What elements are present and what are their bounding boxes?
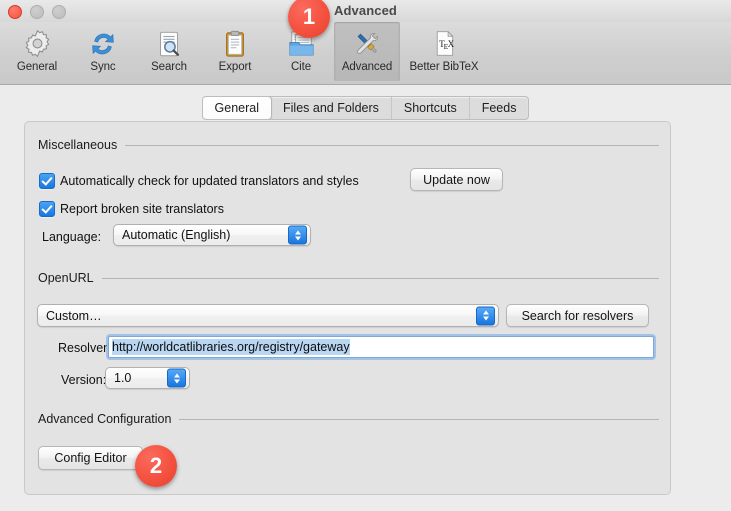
search-for-resolvers-label: Search for resolvers bbox=[521, 308, 634, 323]
toolbar-item-label: Search bbox=[151, 61, 187, 73]
gear-icon bbox=[22, 27, 53, 60]
tab-files-and-folders[interactable]: Files and Folders bbox=[271, 97, 392, 119]
report-broken-translators-checkbox[interactable] bbox=[39, 201, 55, 217]
section-divider bbox=[179, 418, 659, 420]
tab-label: Feeds bbox=[481, 101, 517, 115]
toolbar-item-advanced[interactable]: Advanced bbox=[334, 22, 400, 81]
auto-check-translators-checkbox[interactable] bbox=[39, 173, 55, 189]
openurl-heading-label: OpenURL bbox=[38, 271, 94, 285]
resolver-input-value: http://worldcatlibraries.org/registry/ga… bbox=[112, 339, 350, 355]
toolbar-item-label: Export bbox=[218, 61, 252, 73]
tab-label: General bbox=[214, 101, 260, 115]
miscellaneous-heading-label: Miscellaneous bbox=[38, 138, 118, 152]
resolver-input[interactable]: http://worldcatlibraries.org/registry/ga… bbox=[108, 336, 654, 358]
report-broken-translators-row[interactable]: Report broken site translators bbox=[39, 201, 224, 217]
preference-tabbar: General Files and Folders Shortcuts Feed… bbox=[0, 96, 731, 120]
update-now-label: Update now bbox=[423, 172, 490, 187]
toolbar-item-sync[interactable]: Sync bbox=[70, 22, 136, 81]
chevron-up-down-icon bbox=[167, 368, 186, 388]
wrench-screwdriver-icon bbox=[352, 27, 383, 60]
tab-feeds[interactable]: Feeds bbox=[470, 97, 529, 119]
version-select[interactable]: 1.0 bbox=[105, 367, 190, 389]
config-editor-button[interactable]: Config Editor bbox=[38, 446, 143, 470]
resolver-preset-select[interactable]: Custom… bbox=[37, 304, 499, 327]
resolver-label: Resolver: bbox=[58, 341, 111, 355]
auto-check-translators-label: Automatically check for updated translat… bbox=[60, 174, 359, 188]
toolbar-item-better-bibtex[interactable]: T E X Better BibTeX bbox=[400, 22, 488, 81]
window-titlebar: Advanced bbox=[0, 0, 731, 23]
chevron-up-down-icon bbox=[476, 306, 495, 325]
section-divider bbox=[101, 277, 659, 279]
report-broken-translators-label: Report broken site translators bbox=[60, 202, 224, 216]
toolbar-item-label: Sync bbox=[90, 61, 116, 73]
toolbar-item-export[interactable]: Export bbox=[202, 22, 268, 81]
auto-check-translators-row[interactable]: Automatically check for updated translat… bbox=[39, 173, 359, 189]
search-doc-icon bbox=[154, 27, 184, 60]
toolbar-item-search[interactable]: Search bbox=[136, 22, 202, 81]
language-label: Language: bbox=[42, 230, 102, 244]
version-select-value: 1.0 bbox=[114, 371, 132, 385]
search-for-resolvers-button[interactable]: Search for resolvers bbox=[506, 304, 649, 327]
config-editor-label: Config Editor bbox=[54, 451, 127, 465]
toolbar-item-label: General bbox=[16, 61, 58, 73]
toolbar-item-label: Cite bbox=[290, 61, 312, 73]
svg-text:X: X bbox=[447, 39, 454, 49]
clipboard-icon bbox=[220, 27, 250, 60]
tab-shortcuts[interactable]: Shortcuts bbox=[392, 97, 470, 119]
version-label: Version: bbox=[61, 373, 107, 387]
tab-label: Files and Folders bbox=[283, 101, 379, 115]
tab-label: Shortcuts bbox=[403, 101, 457, 115]
tab-general[interactable]: General bbox=[202, 97, 273, 119]
toolbar-item-label: Better BibTeX bbox=[409, 61, 479, 73]
language-select-value: Automatic (English) bbox=[122, 228, 231, 242]
window-title: Advanced bbox=[334, 3, 397, 18]
resolver-preset-value: Custom… bbox=[46, 308, 102, 323]
update-now-button[interactable]: Update now bbox=[410, 168, 503, 191]
tex-page-icon: T E X bbox=[430, 27, 459, 60]
toolbar-item-label: Advanced bbox=[341, 61, 393, 73]
chevron-up-down-icon bbox=[288, 225, 307, 245]
annotation-badge-2: 2 bbox=[135, 445, 177, 487]
toolbar-item-general[interactable]: General bbox=[4, 22, 70, 81]
advanced-configuration-heading-label: Advanced Configuration bbox=[38, 412, 172, 426]
language-select[interactable]: Automatic (English) bbox=[113, 224, 311, 246]
sync-icon bbox=[88, 27, 118, 60]
advanced-configuration-group-heading: Advanced Configuration bbox=[38, 412, 659, 426]
preferences-toolbar: General Sync Search Export Cite Advanced… bbox=[0, 22, 731, 85]
miscellaneous-group-heading: Miscellaneous bbox=[38, 138, 659, 152]
preferences-content-panel: Miscellaneous Automatically check for up… bbox=[24, 121, 671, 495]
openurl-group-heading: OpenURL bbox=[38, 271, 659, 285]
section-divider bbox=[125, 144, 659, 146]
